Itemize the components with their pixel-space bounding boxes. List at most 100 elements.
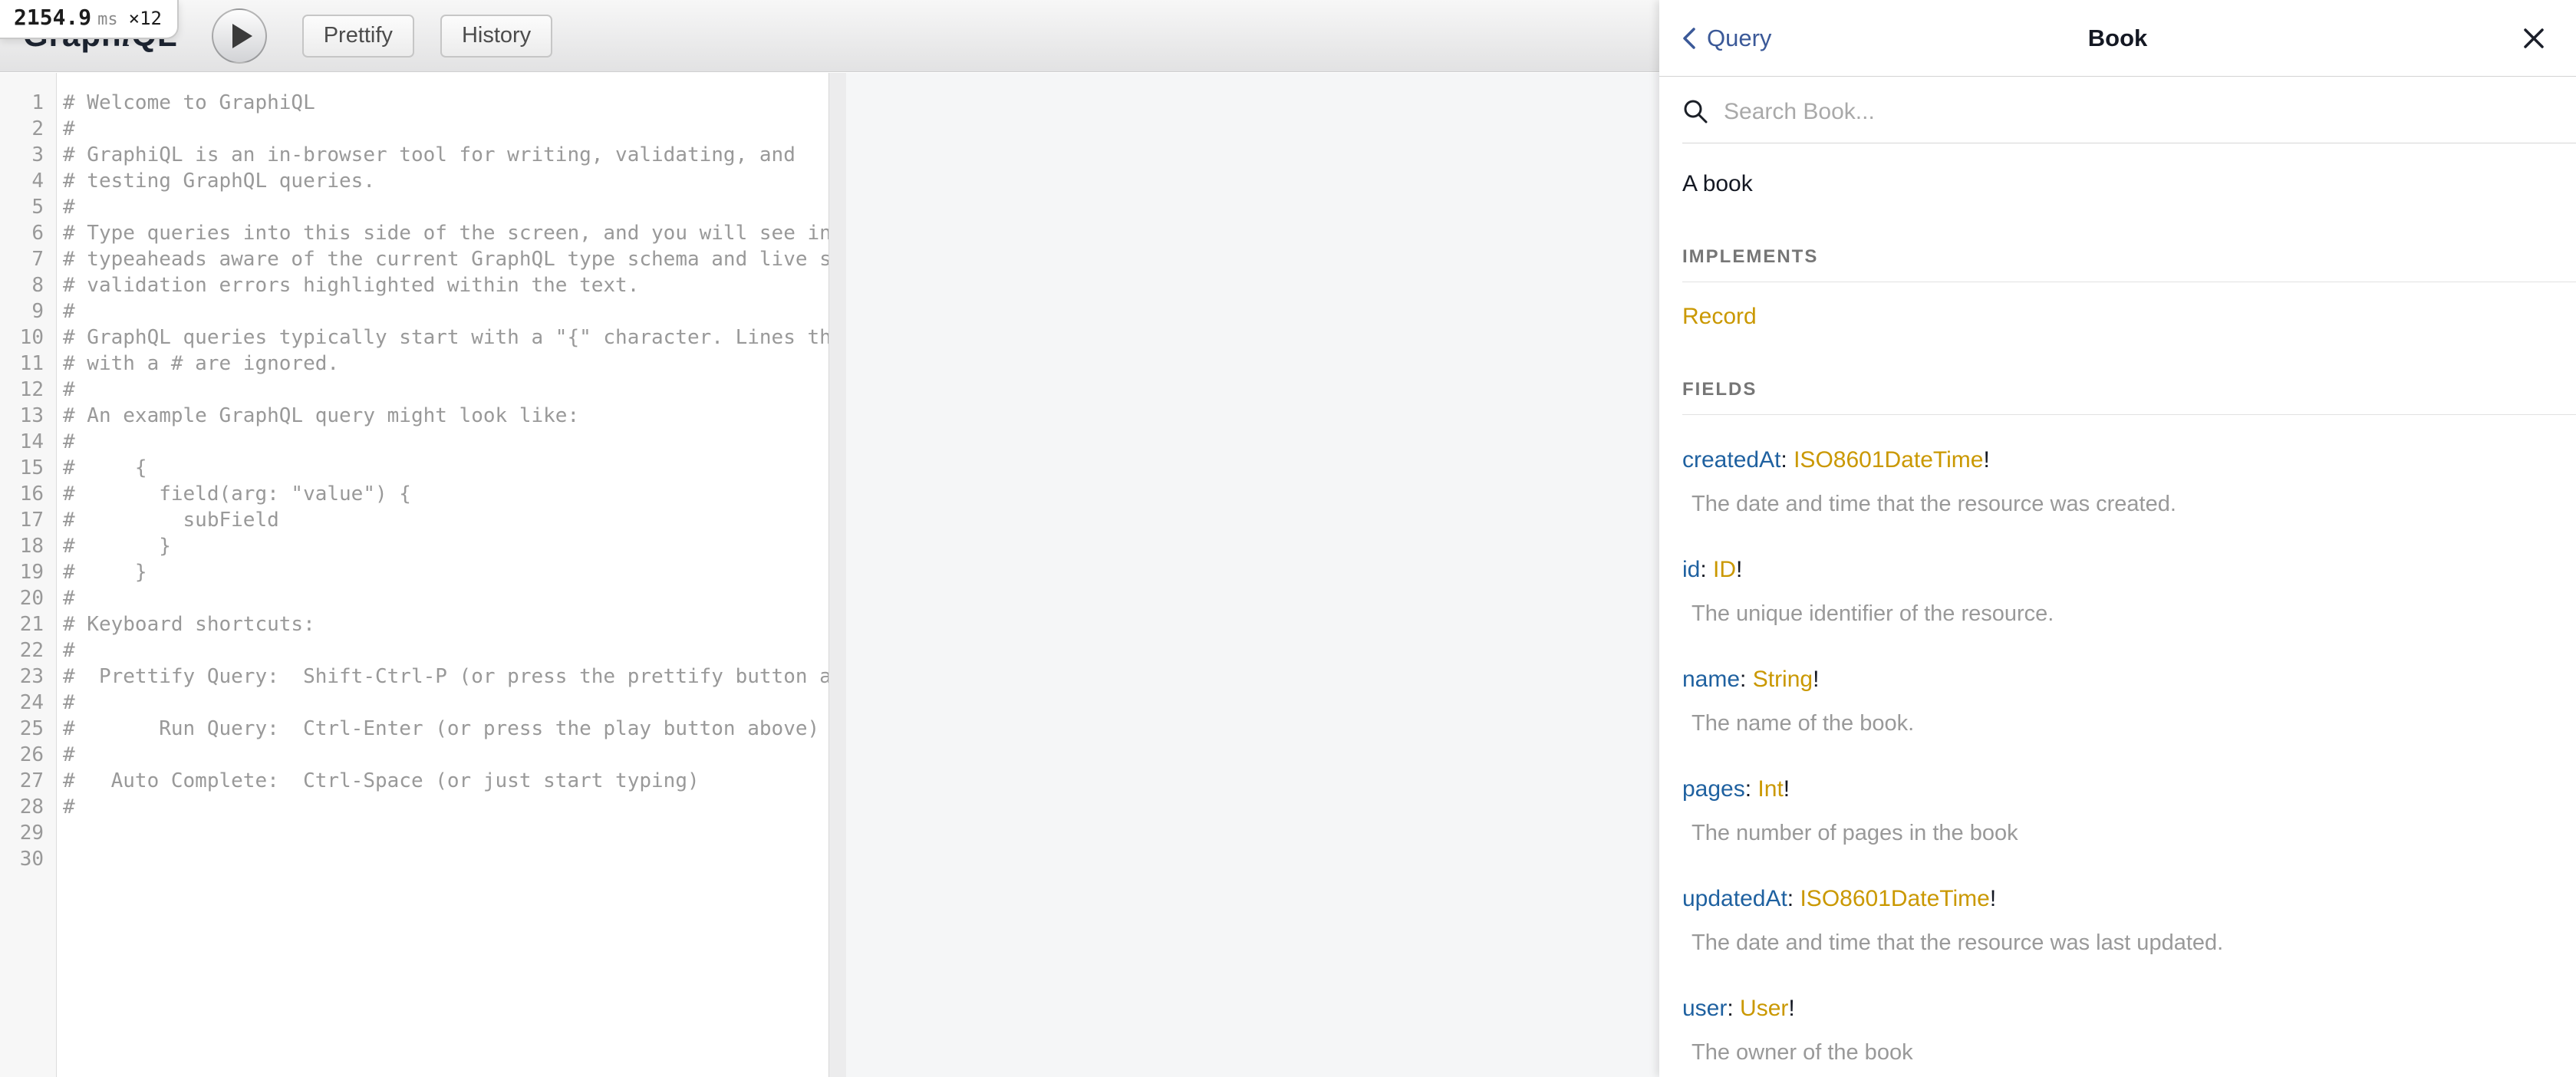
code-line: # — [63, 116, 828, 142]
field-description: The date and time that the resource was … — [1692, 492, 2553, 517]
line-number: 15 — [0, 455, 56, 481]
code-line: # — [63, 690, 828, 716]
editor-lines[interactable]: # Welcome to GraphiQL## GraphiQL is an i… — [57, 73, 828, 1077]
line-number: 16 — [0, 481, 56, 507]
graphiql-app: GraphiQL Prettify History 12345678910111… — [0, 0, 2576, 1077]
query-editor[interactable]: 1234567891011121314151617181920212223242… — [0, 73, 828, 1077]
code-line: # — [63, 794, 828, 820]
toolbar: GraphiQL Prettify History — [0, 0, 1659, 72]
doc-title: Book — [1659, 25, 2576, 52]
code-line: # An example GraphQL query might look li… — [63, 403, 828, 429]
code-line: # validation errors highlighted within t… — [63, 272, 828, 298]
field-name-link[interactable]: updatedAt — [1682, 886, 1787, 911]
field-row: name: String! The name of the book. — [1682, 667, 2553, 736]
search-icon — [1682, 98, 1710, 126]
field-row: id: ID!The unique identifier of the reso… — [1682, 557, 2553, 627]
field-colon: : — [1787, 886, 1800, 911]
workspace: 1234567891011121314151617181920212223242… — [0, 73, 1659, 1077]
field-bang: ! — [1990, 886, 1996, 911]
code-line: # GraphiQL is an in-browser tool for wri… — [63, 142, 828, 168]
field-type-link[interactable]: User — [1740, 996, 1788, 1021]
field-signature: name: String! — [1682, 667, 2553, 693]
code-line: # testing GraphQL queries. — [63, 168, 828, 194]
query-region: GraphiQL Prettify History 12345678910111… — [0, 0, 1659, 1077]
code-line: # typeaheads aware of the current GraphQ… — [63, 246, 828, 272]
code-line: # — [63, 298, 828, 324]
line-number: 5 — [0, 194, 56, 220]
result-pane — [846, 73, 1659, 1077]
perf-overlay-badge: 2154.9 ms ×12 — [0, 0, 179, 39]
field-description: The number of pages in the book — [1692, 821, 2553, 846]
implements-list: Record — [1659, 304, 2576, 330]
line-number: 9 — [0, 298, 56, 324]
field-description: The name of the book. — [1692, 711, 2553, 736]
field-name-link[interactable]: pages — [1682, 776, 1745, 802]
field-bang: ! — [1813, 667, 1819, 692]
code-line: # — [63, 637, 828, 664]
pane-divider[interactable] — [828, 73, 846, 1077]
doc-search-input[interactable] — [1724, 99, 2576, 125]
line-number: 8 — [0, 272, 56, 298]
field-colon: : — [1727, 996, 1740, 1021]
field-name-link[interactable]: id — [1682, 557, 1700, 582]
line-number: 17 — [0, 507, 56, 533]
code-line — [63, 846, 828, 872]
doc-back-label: Query — [1707, 25, 1771, 52]
field-colon: : — [1745, 776, 1758, 802]
code-line: # Keyboard shortcuts: — [63, 611, 828, 637]
field-description: The unique identifier of the resource. — [1692, 601, 2553, 627]
code-line: # GraphQL queries typically start with a… — [63, 324, 828, 351]
field-bang: ! — [1983, 447, 1989, 473]
field-signature: updatedAt: ISO8601DateTime! — [1682, 886, 2553, 912]
field-name-link[interactable]: name — [1682, 667, 1740, 692]
field-type-link[interactable]: ISO8601DateTime — [1800, 886, 1989, 911]
fields-list: createdAt: ISO8601DateTime! The date and … — [1682, 447, 2553, 1065]
code-line: # Welcome to GraphiQL — [63, 90, 828, 116]
chevron-left-icon — [1681, 26, 1698, 51]
field-description: The date and time that the resource was … — [1692, 930, 2553, 956]
code-line: # { — [63, 455, 828, 481]
line-number: 24 — [0, 690, 56, 716]
line-number: 25 — [0, 716, 56, 742]
field-bang: ! — [1736, 557, 1742, 582]
field-row: updatedAt: ISO8601DateTime! The date and … — [1682, 886, 2553, 956]
perf-value: 2154.9 — [14, 5, 91, 30]
line-number: 12 — [0, 377, 56, 403]
history-button[interactable]: History — [440, 15, 552, 58]
implements-section-title: IMPLEMENTS — [1682, 246, 2576, 282]
line-number: 21 — [0, 611, 56, 637]
code-line: # Run Query: Ctrl-Enter (or press the pl… — [63, 716, 828, 742]
prettify-button[interactable]: Prettify — [302, 15, 414, 58]
code-line: # with a # are ignored. — [63, 351, 828, 377]
line-number: 1 — [0, 90, 56, 116]
line-number: 19 — [0, 559, 56, 585]
code-line: # — [63, 377, 828, 403]
code-line: # subField — [63, 507, 828, 533]
execute-query-button[interactable] — [212, 8, 267, 64]
code-line: # — [63, 429, 828, 455]
line-number: 2 — [0, 116, 56, 142]
field-name-link[interactable]: createdAt — [1682, 447, 1780, 473]
line-number: 26 — [0, 742, 56, 768]
field-type-link[interactable]: String — [1753, 667, 1813, 692]
line-number: 22 — [0, 637, 56, 664]
field-type-link[interactable]: ID — [1713, 557, 1736, 582]
field-type-link[interactable]: Int — [1757, 776, 1783, 802]
line-number: 20 — [0, 585, 56, 611]
perf-unit: ms — [97, 10, 118, 29]
doc-explorer-header: Query Book — [1659, 0, 2576, 77]
field-name-link[interactable]: user — [1682, 996, 1727, 1021]
code-line: # Type queries into this side of the scr… — [63, 220, 828, 246]
editor-gutter: 1234567891011121314151617181920212223242… — [0, 73, 57, 1077]
code-line: # Auto Complete: Ctrl-Space (or just sta… — [63, 768, 828, 794]
field-type-link[interactable]: ISO8601DateTime — [1794, 447, 1983, 473]
field-row: pages: Int!The number of pages in the bo… — [1682, 776, 2553, 846]
doc-back-button[interactable]: Query — [1681, 25, 1771, 52]
doc-close-button[interactable] — [2521, 25, 2547, 51]
line-number: 14 — [0, 429, 56, 455]
perf-count: ×12 — [129, 8, 162, 29]
line-number: 18 — [0, 533, 56, 559]
line-number: 30 — [0, 846, 56, 872]
implements-type-link[interactable]: Record — [1682, 304, 1757, 330]
type-description: A book — [1682, 171, 2553, 197]
